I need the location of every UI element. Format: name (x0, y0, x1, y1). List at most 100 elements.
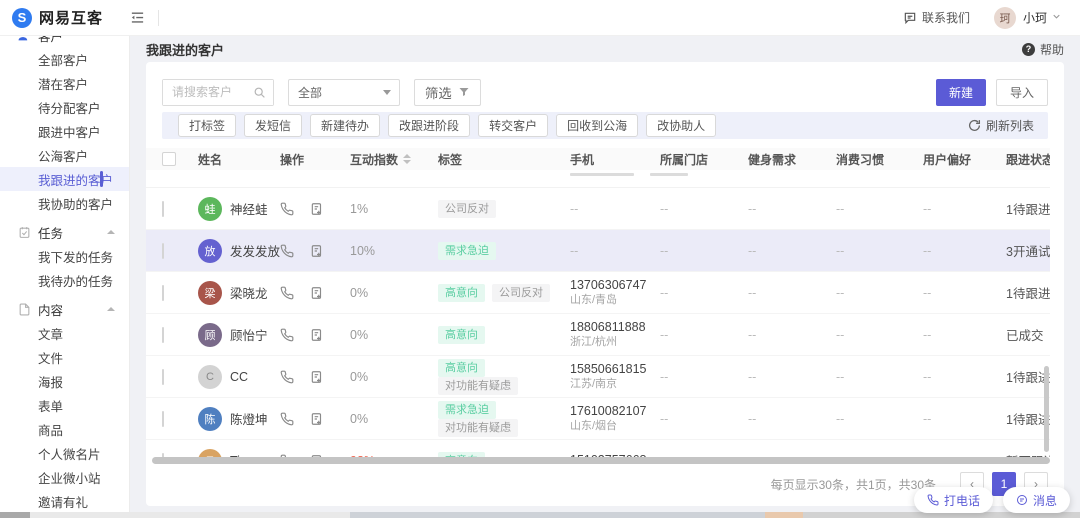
customer-type-value: 全部 (298, 84, 322, 101)
refresh-list-button[interactable]: 刷新列表 (968, 117, 1040, 134)
title-strip: 我跟进的客户 ? 帮助 (130, 36, 1080, 62)
call-icon[interactable] (280, 202, 294, 216)
user-menu-chevron-icon[interactable] (1051, 11, 1062, 25)
sidebar-item-12[interactable]: 文章 (0, 321, 129, 345)
table-row[interactable]: 顾顾怡宁0%高意向18806811888浙江/杭州--------已成交 (146, 314, 1050, 356)
sidebar-section-0[interactable]: 客户 (0, 36, 129, 47)
select-all-checkbox[interactable] (162, 152, 176, 166)
phone-cell: 18806811888浙江/杭州 (570, 320, 660, 349)
sidebar-item-18[interactable]: 企业微小站 (0, 465, 129, 489)
sidebar-section-11[interactable]: 内容 (0, 297, 129, 321)
new-customer-button[interactable]: 新建 (936, 79, 986, 106)
sidebar-item-7[interactable]: 我协助的客户 (0, 191, 129, 215)
phone-icon (927, 494, 939, 506)
sidebar-item-5[interactable]: 公海客户 (0, 143, 129, 167)
batch-action-4[interactable]: 转交客户 (478, 114, 548, 137)
horizontal-scrollbar[interactable] (152, 457, 1050, 464)
call-icon[interactable] (280, 244, 294, 258)
store-cell: -- (660, 286, 748, 300)
table-row[interactable]: TTiger98%高意向15102757668暂不跟进 (146, 440, 1050, 457)
help-button[interactable]: ? 帮助 (1022, 41, 1064, 58)
customer-name: 神经蛙 (230, 199, 268, 218)
sidebar-item-4[interactable]: 跟进中客户 (0, 119, 129, 143)
row-checkbox[interactable] (162, 201, 164, 217)
sidebar-item-3[interactable]: 待分配客户 (0, 95, 129, 119)
row-checkbox[interactable] (162, 243, 164, 259)
row-checkbox[interactable] (162, 285, 164, 301)
column-header-label: 操作 (280, 151, 304, 168)
sidebar-item-14[interactable]: 海报 (0, 369, 129, 393)
customer-name-cell: CCC (198, 365, 280, 389)
collapse-caret-icon[interactable] (107, 307, 115, 311)
add-record-icon[interactable] (310, 244, 324, 258)
vertical-scrollbar[interactable] (1044, 366, 1049, 452)
add-record-icon[interactable] (310, 202, 324, 216)
table-row[interactable]: 陈陈燈坤0%需求急迫对功能有疑虑17610082107山东/烟台--------… (146, 398, 1050, 440)
customer-avatar: 梁 (198, 281, 222, 305)
filter-button[interactable]: 筛选 (414, 79, 481, 106)
customer-type-select[interactable]: 全部 (288, 79, 400, 106)
fitness-need-cell: -- (748, 328, 836, 342)
batch-action-3[interactable]: 改跟进阶段 (388, 114, 470, 137)
sidebar-item-6[interactable]: 我跟进的客户 (0, 167, 129, 191)
sidebar-item-13[interactable]: 文件 (0, 345, 129, 369)
contact-us-label: 联系我们 (922, 9, 970, 26)
column-header-0: 姓名 (198, 151, 280, 168)
collapse-caret-icon[interactable] (107, 230, 115, 234)
sidebar-item-label: 邀请有礼 (38, 492, 88, 511)
add-record-icon[interactable] (310, 328, 324, 342)
sidebar-item-label: 公海客户 (38, 146, 88, 165)
sidebar-item-label: 我跟进的客户 (38, 170, 113, 189)
call-fab-button[interactable]: 打电话 (914, 487, 993, 513)
filter-label: 筛选 (425, 83, 452, 102)
follow-status-cell: 1待跟进 (1006, 199, 1050, 218)
call-icon[interactable] (280, 328, 294, 342)
phone-number: 17610082107 (570, 404, 660, 419)
batch-action-2[interactable]: 新建待办 (310, 114, 380, 137)
table-body: 蛙神经蛙1%公司反对----------1待跟进放发发发放10%需求急迫----… (146, 188, 1050, 457)
table-row[interactable]: 放发发发放10%需求急迫----------3开通试用 (146, 230, 1050, 272)
sidebar-item-15[interactable]: 表单 (0, 393, 129, 417)
brand-name: 网易互客 (39, 7, 103, 28)
sliver-segment (0, 512, 30, 518)
sidebar-fold-icon[interactable] (130, 10, 145, 25)
tasks-icon (18, 226, 31, 239)
add-record-icon[interactable] (310, 412, 324, 426)
content-icon (18, 303, 31, 316)
tag: 对功能有疑虑 (438, 377, 518, 395)
sidebar-item-9[interactable]: 我下发的任务 (0, 244, 129, 268)
sort-icon[interactable] (403, 154, 411, 164)
table-row[interactable]: 梁梁晓龙0%高意向公司反对13706306747山东/青岛--------1待跟… (146, 272, 1050, 314)
table-row[interactable]: 蛙神经蛙1%公司反对----------1待跟进 (146, 188, 1050, 230)
tag: 公司反对 (492, 284, 550, 302)
sidebar-item-17[interactable]: 个人微名片 (0, 441, 129, 465)
sidebar-item-19[interactable]: 邀请有礼 (0, 489, 129, 512)
table-row[interactable]: CCC0%高意向对功能有疑虑15850661815江苏/南京--------1待… (146, 356, 1050, 398)
clipped-text-sliver (570, 173, 634, 176)
row-checkbox[interactable] (162, 369, 164, 385)
import-button[interactable]: 导入 (996, 79, 1048, 106)
add-record-icon[interactable] (310, 370, 324, 384)
user-avatar[interactable]: 珂 (994, 7, 1016, 29)
column-header-7: 消费习惯 (836, 151, 923, 168)
customer-name: 顾怡宁 (230, 325, 268, 344)
batch-action-5[interactable]: 回收到公海 (556, 114, 638, 137)
contact-us-button[interactable]: 联系我们 (903, 9, 970, 26)
call-icon[interactable] (280, 286, 294, 300)
batch-action-0[interactable]: 打标签 (178, 114, 236, 137)
row-checkbox[interactable] (162, 411, 164, 427)
search-icon[interactable] (253, 86, 266, 102)
sidebar-item-1[interactable]: 全部客户 (0, 47, 129, 71)
batch-action-1[interactable]: 发短信 (244, 114, 302, 137)
add-record-icon[interactable] (310, 286, 324, 300)
call-icon[interactable] (280, 370, 294, 384)
batch-action-6[interactable]: 改协助人 (646, 114, 716, 137)
user-preference-cell: -- (923, 286, 1006, 300)
row-checkbox[interactable] (162, 327, 164, 343)
call-icon[interactable] (280, 412, 294, 426)
sidebar-section-8[interactable]: 任务 (0, 220, 129, 244)
sidebar-item-16[interactable]: 商品 (0, 417, 129, 441)
message-fab-button[interactable]: 消息 (1003, 487, 1070, 513)
sidebar-item-10[interactable]: 我待办的任务 (0, 268, 129, 292)
sidebar-item-2[interactable]: 潜在客户 (0, 71, 129, 95)
